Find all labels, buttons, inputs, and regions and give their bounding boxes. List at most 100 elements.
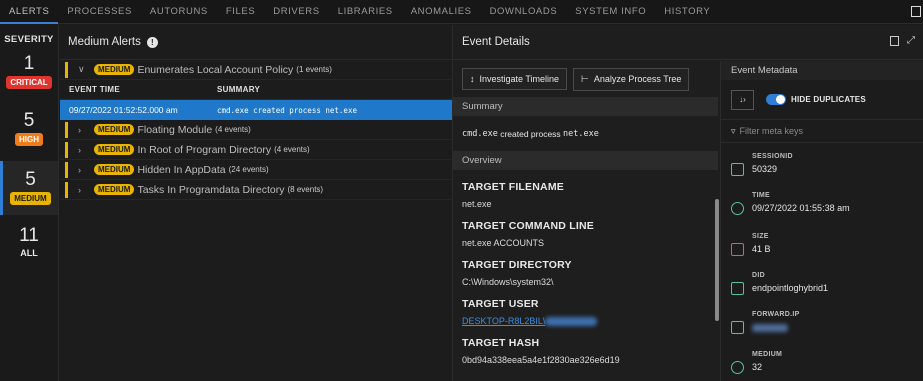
database-icon <box>731 282 744 295</box>
alert-count: (1 events) <box>296 65 332 74</box>
chevron-right-icon[interactable]: › <box>78 145 86 155</box>
tab-alerts[interactable]: ALERTS <box>0 0 59 24</box>
alert-group[interactable]: › MEDIUM In Root of Program Directory (4… <box>60 140 452 160</box>
sort-icon[interactable]: ↓› <box>731 89 754 110</box>
alert-group[interactable]: › MEDIUM Hidden In AppData (24 events) <box>60 160 452 180</box>
field-target-directory: TARGET DIRECTORY C:\Windows\system32\ <box>453 259 718 287</box>
alert-count: (4 events) <box>274 145 310 154</box>
severity-title: SEVERITY <box>4 34 54 45</box>
tab-processes[interactable]: PROCESSES <box>58 0 141 24</box>
alert-group[interactable]: › MEDIUM Floating Module (4 events) <box>60 120 452 140</box>
investigate-timeline-button[interactable]: ↕ Investigate Timeline <box>462 68 568 90</box>
tab-downloads[interactable]: DOWNLOADS <box>481 0 567 24</box>
severity-high[interactable]: 5 HIGH <box>0 110 58 146</box>
field-label: TARGET HASH <box>462 337 540 350</box>
chevron-right-icon[interactable]: › <box>78 125 86 135</box>
meta-value[interactable]: 50329 <box>752 164 793 174</box>
hide-duplicates-toggle[interactable] <box>766 94 786 105</box>
scrollbar[interactable] <box>715 199 719 321</box>
severity-pill: MEDIUM <box>94 164 135 175</box>
alerts-panel: Medium Alerts ! ∨ MEDIUM Enumerates Loca… <box>60 25 453 381</box>
severity-count: 5 <box>23 110 35 131</box>
redacted-value <box>752 324 788 332</box>
meta-value[interactable]: 32 <box>752 362 782 372</box>
ip-icon <box>731 321 744 334</box>
table-row[interactable]: 09/27/2022 01:52:52.000 am cmd.exe creat… <box>60 100 452 120</box>
field-label: TARGET FILENAME <box>462 181 564 193</box>
chevron-right-icon[interactable]: › <box>78 185 86 195</box>
column-summary[interactable]: SUMMARY <box>217 85 260 94</box>
severity-critical[interactable]: 1 CRITICAL <box>0 53 58 89</box>
details-toolbar: ↕ Investigate Timeline ⊢ Analyze Process… <box>453 61 718 97</box>
tab-history[interactable]: HISTORY <box>655 0 719 24</box>
metadata-title: Event Metadata <box>721 61 923 80</box>
meta-value[interactable]: 09/27/2022 01:55:38 am <box>752 203 850 213</box>
severity-bar <box>65 122 68 138</box>
severity-all-label: ALL <box>20 248 38 258</box>
button-label: Investigate Timeline <box>479 74 560 84</box>
severity-all[interactable]: 11 ALL <box>0 225 58 258</box>
events-table-header: EVENT TIME SUMMARY <box>60 80 452 100</box>
alert-name: Hidden In AppData <box>137 163 226 176</box>
split-view-icon[interactable] <box>890 36 899 46</box>
field-value: net.exe ACCOUNTS <box>462 238 545 248</box>
tab-autoruns[interactable]: AUTORUNS <box>141 0 217 24</box>
meta-value[interactable]: endpointloghybrid1 <box>752 283 828 293</box>
severity-panel: SEVERITY 1 CRITICAL 5 HIGH 5 MEDIUM 11 A… <box>0 25 59 381</box>
info-icon[interactable]: ! <box>146 36 158 48</box>
session-icon <box>731 163 744 176</box>
meta-value[interactable]: 41 B <box>752 244 771 254</box>
severity-bar <box>65 162 68 178</box>
severity-count: 11 <box>19 225 39 246</box>
summary-action: created process <box>497 128 564 139</box>
redacted-text <box>545 317 598 327</box>
alert-count: (24 events) <box>228 165 269 174</box>
filter-meta-keys-input[interactable]: ▿ Filter meta keys <box>721 120 923 143</box>
summary-section-header: Summary <box>453 97 718 116</box>
field-value: net.exe <box>462 199 492 209</box>
severity-pill: MEDIUM <box>94 124 135 135</box>
summary-process: cmd.exe <box>462 128 498 139</box>
alert-name: Floating Module <box>137 123 213 136</box>
chevron-right-icon[interactable]: › <box>78 165 86 175</box>
severity-count: 5 <box>25 169 36 190</box>
panel-toggle-icon[interactable] <box>911 6 921 17</box>
target-user-link[interactable]: DESKTOP-R8L2BIL\ <box>462 316 718 327</box>
tab-system-info[interactable]: SYSTEM INFO <box>566 0 655 24</box>
chevron-down-icon[interactable]: ∨ <box>78 64 86 75</box>
field-target-filename: TARGET FILENAME net.exe <box>453 181 718 209</box>
severity-medium[interactable]: 5 MEDIUM <box>0 161 58 215</box>
meta-key: MEDIUM <box>752 351 783 358</box>
button-label: Analyze Process Tree <box>593 74 682 84</box>
alert-count: (8 events) <box>287 185 324 194</box>
filter-icon: ▿ <box>731 125 736 136</box>
column-event-time[interactable]: EVENT TIME <box>60 85 217 94</box>
severity-pill: MEDIUM <box>94 64 135 75</box>
process-tree-icon: ⊢ <box>581 73 589 84</box>
meta-item-time: TIME 09/27/2022 01:55:38 am <box>731 192 850 215</box>
field-target-hash: TARGET HASH 0bd94a338eea5a4e1f2830ae326e… <box>453 337 718 365</box>
tab-files[interactable]: FILES <box>217 0 264 24</box>
summary-target: net.exe <box>563 128 599 139</box>
severity-count: 1 <box>23 53 35 74</box>
clock-icon <box>731 202 744 215</box>
filter-placeholder: Filter meta keys <box>739 126 804 136</box>
overview-section-header: Overview <box>453 151 718 170</box>
alert-group[interactable]: › MEDIUM Tasks In Programdata Directory … <box>60 180 452 200</box>
field-label: TARGET USER <box>462 298 539 310</box>
meta-item-medium: MEDIUM 32 <box>731 351 782 374</box>
tab-drivers[interactable]: DRIVERS <box>264 0 328 24</box>
analyze-process-tree-button[interactable]: ⊢ Analyze Process Tree <box>573 67 690 91</box>
expand-icon[interactable]: ⤢ <box>907 36 915 46</box>
tab-libraries[interactable]: LIBRARIES <box>329 0 402 24</box>
meta-item-forward-ip: FORWARD.IP <box>731 311 800 335</box>
meta-item-size: SIZE 41 B <box>731 233 771 256</box>
alert-group[interactable]: ∨ MEDIUM Enumerates Local Account Policy… <box>60 60 452 80</box>
meta-key: DID <box>752 272 765 279</box>
alert-name: Enumerates Local Account Policy <box>137 63 294 76</box>
field-value: C:\Windows\system32\ <box>462 277 554 287</box>
event-summary: cmd.exe created process net.exe <box>217 105 357 115</box>
timeline-icon: ↕ <box>470 74 475 84</box>
tab-anomalies[interactable]: ANOMALIES <box>402 0 481 24</box>
meta-key: SESSIONID <box>752 153 793 160</box>
